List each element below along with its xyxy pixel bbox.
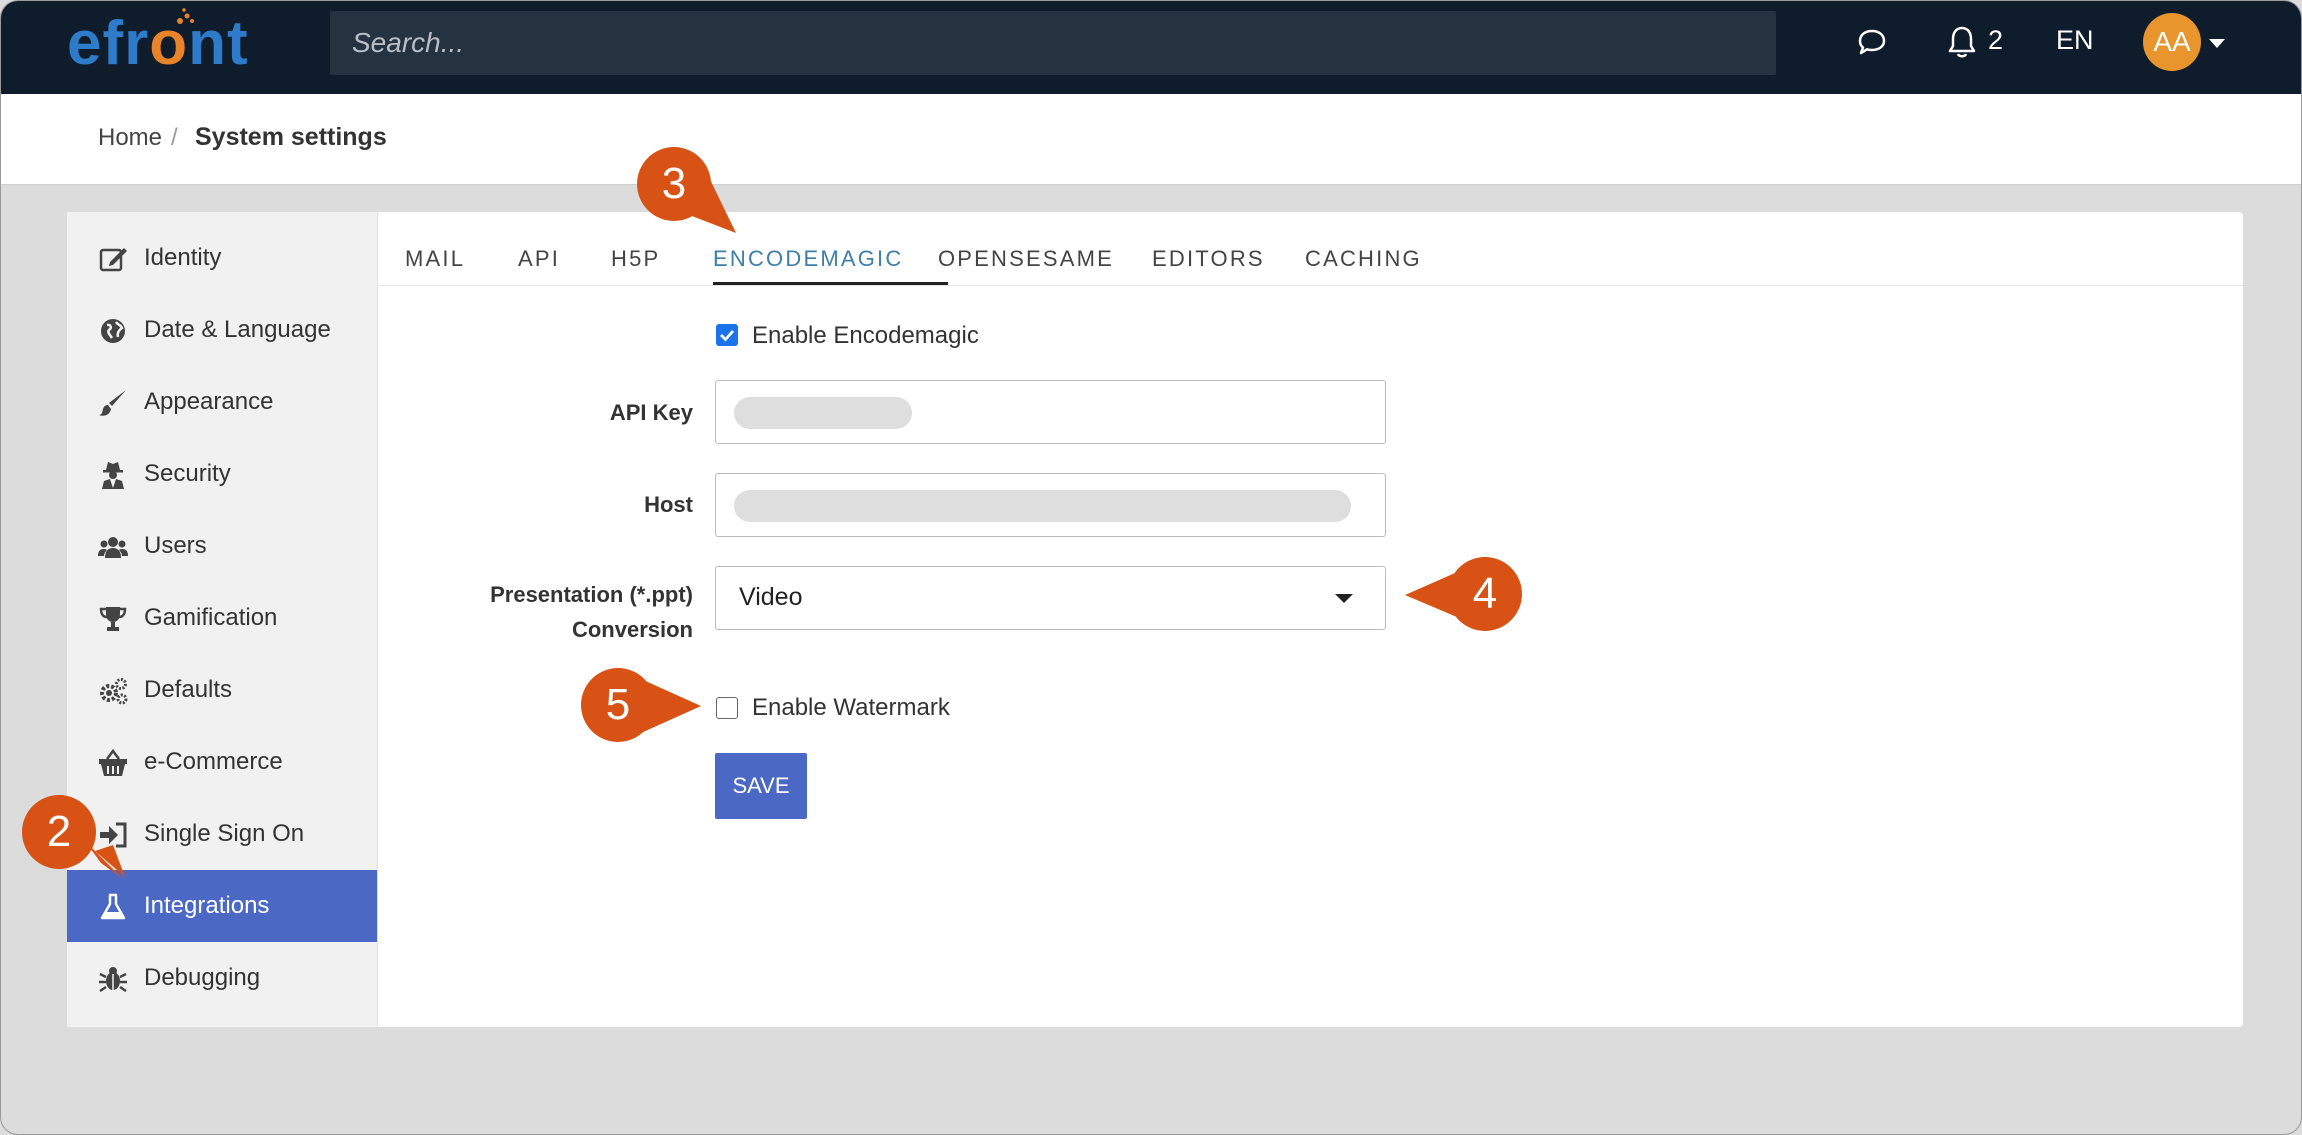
callout-4: 4: [1448, 557, 1522, 631]
callout-3: 3: [637, 147, 711, 221]
callout-2: 2: [22, 795, 96, 869]
callout-pointers: [85, 161, 1471, 879]
callout-2-tail-fill: [95, 845, 125, 877]
callout-5: 5: [581, 668, 655, 742]
app-frame: efront Search... 2 EN AA Home / System s…: [0, 0, 2302, 1135]
